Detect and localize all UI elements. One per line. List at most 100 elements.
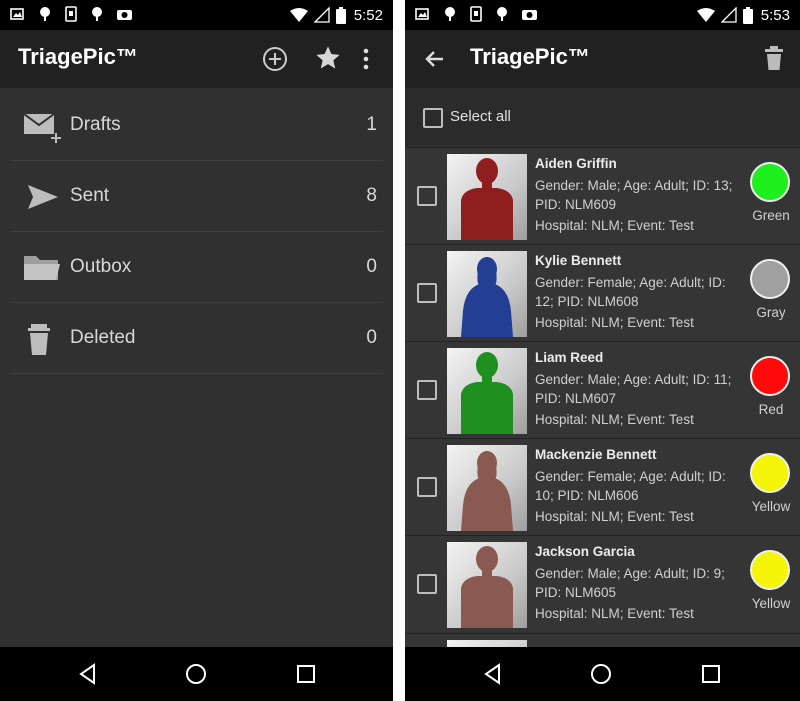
select-all-checkbox[interactable] bbox=[423, 108, 443, 128]
folders-screen: 5:52 TriagePic™ Drafts 1 Sent 8 Outbox 0… bbox=[0, 0, 393, 701]
overflow-menu-icon[interactable] bbox=[362, 48, 370, 70]
triage-status-label: Red bbox=[758, 402, 784, 417]
folder-label: Drafts bbox=[70, 114, 121, 135]
female-silhouette-icon bbox=[461, 257, 513, 337]
back-arrow-icon[interactable] bbox=[423, 47, 447, 71]
patient-hospital-event: Hospital: NLM; Event: Test bbox=[535, 315, 694, 330]
status-right: 5:53 bbox=[696, 5, 790, 25]
triage-status-circle bbox=[750, 259, 790, 299]
patient-details: Gender: Male; Age: Adult; ID: 9; PID: NL… bbox=[535, 566, 725, 600]
patient-details: Gender: Female; Age: Adult; ID: 10; PID:… bbox=[535, 469, 726, 503]
status-bar: 5:53 bbox=[405, 0, 800, 30]
patient-row[interactable]: Jackson Garcia Gender: Male; Age: Adult; … bbox=[405, 535, 800, 632]
patient-name: Jackson Garcia bbox=[535, 544, 635, 559]
location-pin-icon bbox=[40, 7, 50, 21]
triage-status-label: Yellow bbox=[751, 499, 791, 514]
patient-row[interactable]: Liam Reed Gender: Male; Age: Adult; ID: 1… bbox=[405, 341, 800, 438]
patient-hospital-event: Hospital: NLM; Event: Test bbox=[535, 412, 694, 427]
drafts-icon bbox=[23, 113, 61, 143]
female-silhouette-icon bbox=[461, 451, 513, 531]
signal-icon bbox=[313, 7, 330, 23]
image-notification-icon bbox=[10, 8, 24, 20]
home-nav-icon[interactable] bbox=[587, 660, 615, 688]
triage-status-circle bbox=[750, 356, 790, 396]
patient-hospital-event: Hospital: NLM; Event: Test bbox=[535, 218, 694, 233]
patient-name: Aiden Griffin bbox=[535, 156, 617, 171]
patient-photo bbox=[447, 542, 527, 628]
patient-name: Mackenzie Bennett bbox=[535, 447, 657, 462]
patient-row[interactable]: Mackenzie Bennett Gender: Female; Age: Ad… bbox=[405, 438, 800, 535]
patient-row[interactable]: Kylie Bennett Gender: Female; Age: Adult;… bbox=[405, 244, 800, 341]
patient-details: Gender: Male; Age: Adult; ID: 11; PID: N… bbox=[535, 372, 732, 406]
delete-icon[interactable] bbox=[764, 45, 784, 71]
trash-icon bbox=[28, 324, 50, 355]
location-pin-icon bbox=[445, 7, 455, 21]
patient-hospital-event: Hospital: NLM; Event: Test bbox=[535, 606, 694, 621]
photo-notification-icon bbox=[522, 10, 537, 20]
patient-row[interactable]: Aiden Griffin Gender: Male; Age: Adult; I… bbox=[405, 147, 800, 244]
patient-checkbox[interactable] bbox=[417, 380, 437, 400]
triage-status-label: Yellow bbox=[751, 596, 791, 611]
patient-hospital-event: Hospital: NLM; Event: Test bbox=[535, 509, 694, 524]
add-icon[interactable] bbox=[262, 46, 288, 72]
folder-count: 8 bbox=[366, 185, 377, 206]
status-bar: 5:52 bbox=[0, 0, 393, 30]
patient-name: Kylie Bennett bbox=[535, 253, 622, 268]
triage-status-circle bbox=[750, 162, 790, 202]
battery-icon bbox=[742, 6, 753, 24]
patient-details: Gender: Female; Age: Adult; ID: 12; PID:… bbox=[535, 275, 726, 309]
send-icon bbox=[28, 185, 58, 209]
back-nav-icon[interactable] bbox=[74, 660, 102, 688]
patient-photo bbox=[447, 348, 527, 434]
image-notification-icon bbox=[415, 8, 429, 20]
battery-icon bbox=[335, 6, 346, 24]
folder-outbox[interactable]: Outbox 0 bbox=[10, 232, 383, 303]
clock: 5:52 bbox=[353, 6, 383, 24]
patient-checkbox[interactable] bbox=[417, 477, 437, 497]
photo-notification-icon bbox=[117, 10, 132, 20]
folder-deleted[interactable]: Deleted 0 bbox=[10, 303, 383, 374]
patient-checkbox[interactable] bbox=[417, 186, 437, 206]
male-silhouette-icon bbox=[461, 352, 513, 434]
patient-details: Gender: Male; Age: Adult; ID: 13; PID: N… bbox=[535, 178, 733, 212]
app-title: TriagePic™ bbox=[470, 44, 590, 69]
location-pin-icon bbox=[497, 7, 507, 21]
folder-sent[interactable]: Sent 8 bbox=[10, 161, 383, 232]
wifi-icon bbox=[696, 8, 715, 22]
select-all-row[interactable]: Select all bbox=[405, 88, 800, 146]
patient-photo bbox=[447, 251, 527, 337]
patient-photo bbox=[447, 445, 527, 531]
folder-label: Outbox bbox=[70, 256, 132, 277]
nav-bar bbox=[0, 647, 393, 701]
phone-notification-icon bbox=[65, 6, 77, 22]
app-bar: TriagePic™ bbox=[0, 30, 393, 88]
folder-label: Sent bbox=[70, 185, 110, 206]
patient-photo bbox=[447, 154, 527, 240]
app-title: TriagePic™ bbox=[18, 44, 138, 69]
recents-nav-icon[interactable] bbox=[697, 660, 725, 688]
star-icon[interactable] bbox=[313, 44, 343, 72]
patient-checkbox[interactable] bbox=[417, 283, 437, 303]
wifi-icon bbox=[289, 8, 308, 22]
select-all-label: Select all bbox=[450, 108, 511, 125]
male-silhouette-icon bbox=[461, 546, 513, 628]
triage-status-circle bbox=[750, 550, 790, 590]
home-nav-icon[interactable] bbox=[182, 660, 210, 688]
back-nav-icon[interactable] bbox=[479, 660, 507, 688]
patient-checkbox[interactable] bbox=[417, 574, 437, 594]
app-bar: TriagePic™ bbox=[405, 30, 800, 88]
nav-bar bbox=[405, 647, 800, 701]
folder-icon bbox=[24, 256, 60, 280]
clock: 5:53 bbox=[760, 6, 790, 24]
triage-status-circle bbox=[750, 453, 790, 493]
folder-count: 1 bbox=[366, 114, 377, 135]
signal-icon bbox=[720, 7, 737, 23]
folder-label: Deleted bbox=[70, 327, 136, 348]
status-right: 5:52 bbox=[289, 5, 383, 25]
triage-status-label: Green bbox=[752, 208, 790, 223]
folder-drafts[interactable]: Drafts 1 bbox=[10, 90, 383, 161]
male-silhouette-icon bbox=[461, 158, 513, 240]
recents-nav-icon[interactable] bbox=[292, 660, 320, 688]
triage-status-label: Gray bbox=[756, 305, 786, 320]
folder-count: 0 bbox=[366, 327, 377, 348]
